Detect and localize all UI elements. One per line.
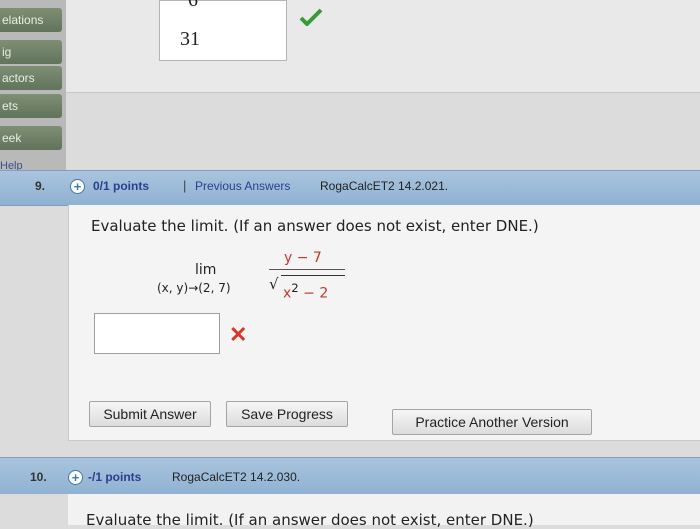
save-progress-button[interactable]: Save Progress xyxy=(226,401,348,427)
next-question-panel: Evaluate the limit. (If an answer does n… xyxy=(68,494,700,529)
limit-word: lim xyxy=(195,262,217,278)
sidebar-item-label: actors xyxy=(2,71,35,85)
next-question-header-bar: 10. + -/1 points RogaCalcET2 14.2.030. xyxy=(0,457,700,494)
sidebar-item-label: ets xyxy=(2,99,19,113)
denominator-rest: − 2 xyxy=(298,285,329,302)
expand-plus-icon[interactable]: + xyxy=(70,179,85,194)
previous-question-panel: 6 31 xyxy=(66,0,700,93)
incorrect-x-icon: ✕ xyxy=(229,322,248,347)
next-question-points: -/1 points xyxy=(88,470,142,484)
next-question-prompt: Evaluate the limit. (If an answer does n… xyxy=(86,511,534,529)
sidebar-item-ig[interactable]: ig xyxy=(0,40,62,64)
sidebar-item-sets[interactable]: ets xyxy=(0,94,62,118)
previous-answers-link[interactable]: Previous Answers xyxy=(195,179,290,193)
question-panel: Evaluate the limit. (If an answer does n… xyxy=(68,205,700,441)
denominator-exponent: 2 xyxy=(291,281,299,295)
sidebar: elations ig actors ets eek Help xyxy=(0,0,66,175)
previous-answer-box: 6 31 xyxy=(159,0,287,61)
sidebar-item-label: elations xyxy=(2,13,44,27)
next-expand-plus-icon[interactable]: + xyxy=(68,470,83,485)
answer-input[interactable] xyxy=(94,313,220,354)
next-question-code: RogaCalcET2 14.2.030. xyxy=(172,470,301,484)
practice-another-version-button[interactable]: Practice Another Version xyxy=(392,409,592,435)
previous-answer-value: 31 xyxy=(180,28,200,50)
question-prompt: Evaluate the limit. (If an answer does n… xyxy=(91,217,539,235)
sqrt-symbol: √ xyxy=(269,275,279,293)
sqrt-overline xyxy=(281,275,345,276)
fraction-bar xyxy=(269,269,345,270)
sidebar-item-label: eek xyxy=(2,131,22,145)
sidebar-item-label: ig xyxy=(2,45,12,59)
header-separator: | xyxy=(183,178,187,193)
fraction-denominator: x2 − 2 xyxy=(283,281,328,302)
fraction-numerator: y − 7 xyxy=(284,250,322,266)
submit-answer-button[interactable]: Submit Answer xyxy=(89,401,211,427)
next-question-number: 10. xyxy=(30,470,47,484)
question-code: RogaCalcET2 14.2.021. xyxy=(320,179,449,193)
correct-check-icon xyxy=(299,8,323,26)
question-header-bar: 9. + 0/1 points | Previous Answers RogaC… xyxy=(0,170,700,206)
previous-partial-value: 6 xyxy=(188,0,198,11)
question-points: 0/1 points xyxy=(93,179,150,193)
sidebar-item-week[interactable]: eek xyxy=(0,126,62,150)
limit-approach: (x, y)→(2, 7) xyxy=(157,281,231,295)
sidebar-item-factors[interactable]: actors xyxy=(0,66,62,90)
question-number: 9. xyxy=(35,179,46,193)
sidebar-item-relations[interactable]: elations xyxy=(0,8,62,32)
